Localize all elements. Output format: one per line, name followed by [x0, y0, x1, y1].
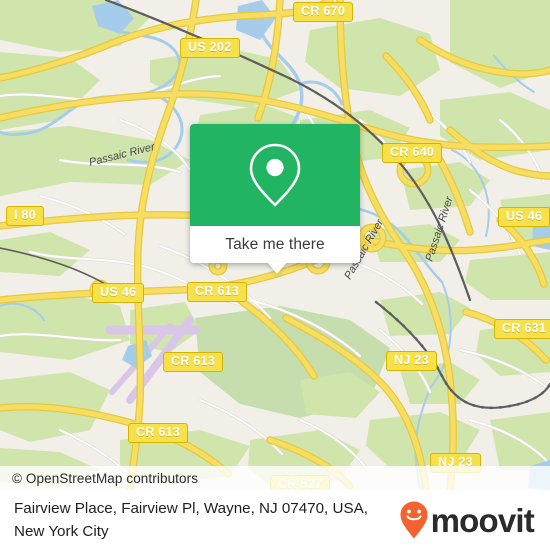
road-shield-label: CR 631	[502, 321, 547, 335]
road-shield: NJ 23	[386, 351, 437, 371]
footer-bar: Fairview Place, Fairview Pl, Wayne, NJ 0…	[0, 490, 550, 550]
road-shield-label: CR 670	[301, 4, 346, 18]
road-shield-label: I 80	[14, 208, 37, 222]
road-shield-label: US 46	[506, 209, 543, 223]
callout-pointer-tail	[267, 262, 287, 274]
road-shield: CR 640	[382, 143, 443, 163]
callout-pin-area	[190, 124, 360, 226]
address-block: Fairview Place, Fairview Pl, Wayne, NJ 0…	[14, 497, 368, 543]
road-shield: CR 613	[163, 352, 224, 372]
road-shield: US 202	[180, 38, 240, 58]
moovit-wordmark: moovit	[430, 501, 535, 539]
road-shield-label: US 46	[100, 285, 137, 299]
road-shield: CR 631	[494, 319, 550, 339]
address-line-1: Fairview Place, Fairview Pl, Wayne, NJ 0…	[14, 500, 368, 517]
road-shield: CR 613	[128, 423, 189, 443]
road-shield-label: CR 613	[136, 425, 181, 439]
callout-action-row[interactable]: Take me there	[190, 226, 360, 263]
moovit-logo[interactable]: moovit	[399, 500, 535, 540]
road-shield: I 80	[6, 206, 45, 226]
road-shield-label: NJ 23	[394, 353, 429, 367]
attribution-text: © OpenStreetMap contributors	[12, 470, 199, 486]
moovit-map-screenshot: .grn { fill:#cfe5ac; } .grn2 { fill:#c6d…	[0, 0, 550, 550]
road-shield: CR 613	[187, 282, 248, 302]
map-attribution-bar: © OpenStreetMap contributors	[0, 466, 550, 490]
road-shield: US 46	[498, 207, 550, 227]
road-shield-label: CR 613	[195, 284, 240, 298]
take-me-there-callout[interactable]: Take me there	[190, 124, 360, 274]
road-shield-label: CR 640	[390, 145, 435, 159]
road-shield: CR 670	[293, 2, 354, 22]
road-shield-label: US 202	[188, 40, 232, 54]
road-shield-label: CR 613	[171, 354, 216, 368]
road-shield: US 46	[92, 283, 145, 303]
map-pin-icon	[249, 143, 301, 207]
moovit-pin-icon	[400, 501, 428, 539]
take-me-there-label: Take me there	[225, 235, 325, 253]
address-line-2: New York City	[14, 523, 109, 540]
